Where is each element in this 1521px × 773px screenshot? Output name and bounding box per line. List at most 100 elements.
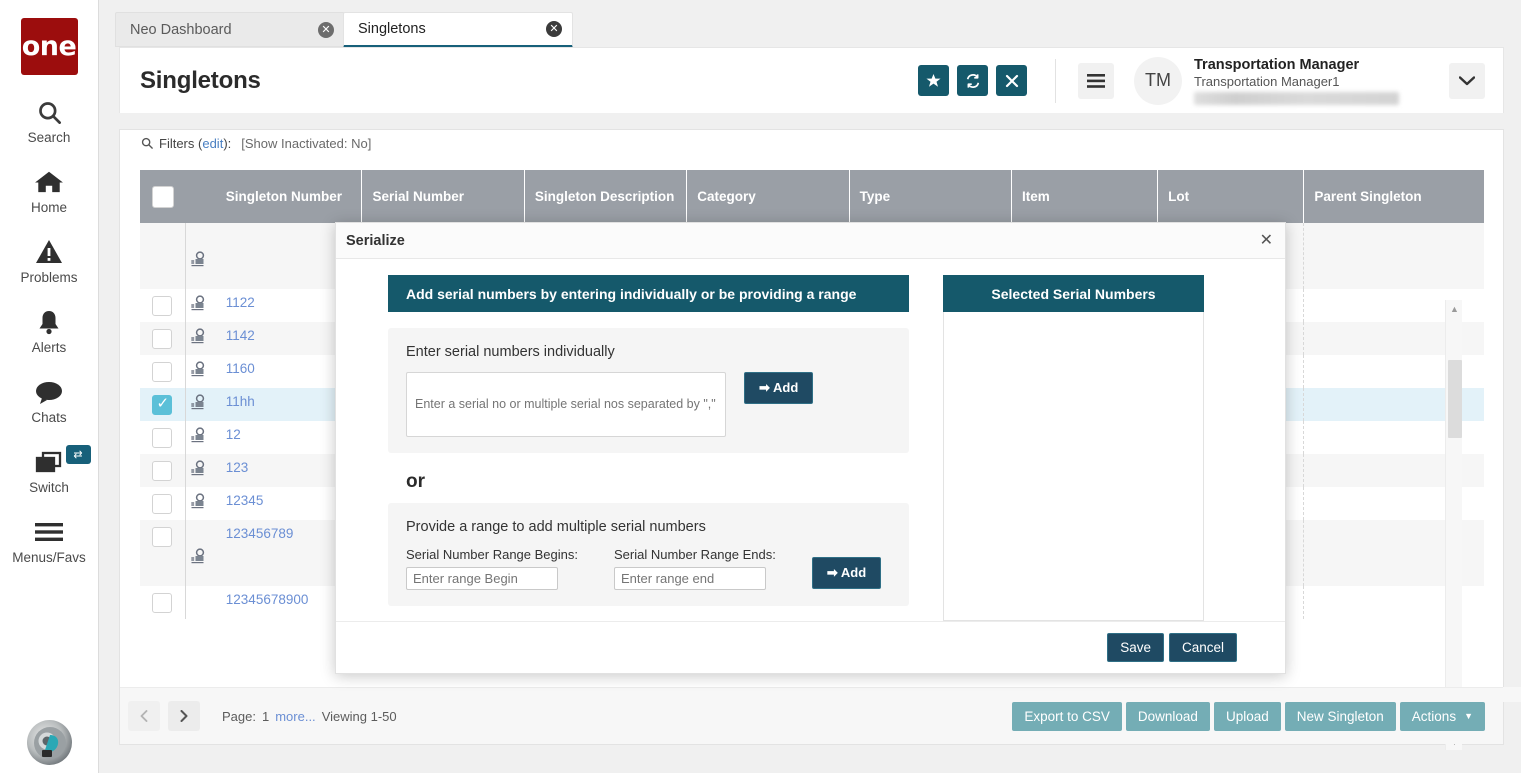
sidebar-item-chats[interactable]: Chats (0, 377, 99, 425)
swap-arrows-icon[interactable]: ⇄ (65, 445, 91, 464)
export-to-csv-button[interactable]: Export to CSV (1012, 701, 1122, 731)
filters-label-end: ): (223, 135, 232, 151)
row-checkbox[interactable] (152, 461, 173, 481)
range-entry-title: Provide a range to add multiple serial n… (406, 519, 706, 535)
scroll-up-icon[interactable]: ▲ (1446, 300, 1463, 317)
save-button[interactable]: Save (1107, 633, 1164, 662)
add-individual-button[interactable]: ➡ Add (744, 372, 814, 404)
range-end-input[interactable] (613, 567, 766, 590)
chevron-down-icon: ▼ (1464, 711, 1473, 721)
refresh-button[interactable] (957, 65, 988, 96)
add-serial-numbers-panel-body: Enter serial numbers individually ➡ Add … (388, 312, 909, 621)
range-begin-group: Serial Number Range Begins: (406, 547, 578, 590)
previous-page-button[interactable] (128, 701, 160, 731)
tab-neo-dashboard[interactable]: Neo Dashboard ✕ (115, 12, 345, 47)
serialize-icon[interactable] (190, 427, 214, 444)
header-menu-button[interactable] (1078, 62, 1114, 99)
close-circle-icon[interactable]: ✕ (318, 21, 334, 38)
filters-edit-link[interactable]: edit (202, 136, 223, 151)
close-button[interactable] (996, 65, 1027, 96)
serialize-icon[interactable] (190, 460, 214, 477)
table-vertical-scrollbar[interactable]: ▲ ▼ (1445, 300, 1462, 750)
serialize-icon-cell[interactable] (185, 520, 215, 586)
sidebar-item-menus-favs[interactable]: Menus/Favs (0, 517, 99, 565)
serialize-icon-cell[interactable] (185, 586, 215, 619)
close-icon[interactable]: ✕ (1260, 232, 1273, 249)
favorite-button[interactable] (918, 65, 949, 96)
actions-button[interactable]: Actions ▼ (1399, 701, 1485, 731)
select-all-cell[interactable] (140, 170, 186, 223)
page-title: Singletons (140, 66, 261, 94)
add-range-button[interactable]: ➡ Add (811, 557, 882, 589)
warning-triangle-icon (35, 237, 63, 267)
serialize-icon[interactable] (190, 361, 214, 378)
serialize-icon-cell[interactable] (185, 454, 215, 487)
column-header-singleton-description[interactable]: Singleton Description (524, 170, 688, 223)
column-header-parent-singleton[interactable]: Parent Singleton (1303, 170, 1484, 223)
row-checkbox[interactable] (152, 362, 173, 382)
row-checkbox[interactable] (152, 593, 173, 613)
serialize-icon-cell[interactable] (185, 322, 215, 355)
row-select-cell[interactable] (140, 223, 186, 289)
row-checkbox[interactable] (152, 494, 173, 514)
row-checkbox[interactable] (152, 428, 173, 448)
serialize-icon[interactable] (190, 328, 214, 345)
download-button[interactable]: Download (1125, 701, 1210, 731)
column-header-singleton-number[interactable]: Singleton Number (215, 170, 363, 223)
tab-singletons[interactable]: Singletons ✕ (343, 12, 573, 48)
close-circle-icon[interactable]: ✕ (546, 21, 562, 37)
cancel-button[interactable]: Cancel (1168, 633, 1237, 662)
sidebar-item-home[interactable]: Home (0, 167, 99, 215)
assistant-avatar[interactable] (27, 720, 72, 765)
select-all-checkbox[interactable] (151, 185, 174, 208)
modal-title: Serialize (346, 232, 405, 249)
serialize-icon[interactable] (190, 548, 214, 565)
sidebar-item-switch[interactable]: ⇄ Switch (0, 445, 99, 495)
selected-serial-numbers-list[interactable] (943, 312, 1204, 621)
serialize-icon-cell[interactable] (185, 223, 215, 289)
page-header: Singletons TM Transportation Manager Tra… (119, 47, 1504, 113)
serial-numbers-textarea[interactable] (406, 372, 726, 437)
sidebar-item-problems[interactable]: Problems (0, 237, 99, 285)
serialize-icon-cell[interactable] (185, 487, 215, 520)
column-header-type[interactable]: Type (849, 170, 1013, 223)
row-select-cell[interactable] (140, 355, 186, 388)
serialize-icon[interactable] (190, 493, 214, 510)
sidebar-item-alerts[interactable]: Alerts (0, 307, 99, 355)
row-select-cell[interactable] (140, 322, 186, 355)
serialize-icon-cell[interactable] (185, 289, 215, 322)
search-icon (36, 97, 63, 127)
serialize-icon-cell[interactable] (185, 421, 215, 454)
row-select-cell[interactable] (140, 586, 186, 619)
row-checkbox[interactable] (152, 394, 173, 415)
range-begin-input[interactable] (406, 567, 558, 590)
serialize-icon[interactable] (190, 394, 214, 411)
sidebar-item-search[interactable]: Search (0, 97, 99, 145)
row-checkbox[interactable] (152, 527, 173, 547)
row-checkbox[interactable] (152, 296, 173, 316)
row-checkbox[interactable] (152, 329, 173, 349)
next-page-button[interactable] (168, 701, 200, 731)
row-select-cell[interactable] (140, 289, 186, 322)
user-menu-toggle[interactable] (1449, 62, 1485, 99)
more-pages-link[interactable]: more... (275, 709, 315, 724)
column-header-lot[interactable]: Lot (1157, 170, 1305, 223)
column-header-item[interactable]: Item (1011, 170, 1159, 223)
one-network-logo[interactable]: one (20, 18, 78, 75)
serialize-icon-cell[interactable] (185, 388, 215, 421)
column-header-category[interactable]: Category (686, 170, 850, 223)
row-select-cell[interactable] (140, 388, 186, 421)
column-header-serial-number[interactable]: Serial Number (361, 170, 525, 223)
row-select-cell[interactable] (140, 520, 186, 586)
serialize-icon[interactable] (190, 295, 214, 312)
vertical-scroll-thumb[interactable] (1448, 360, 1462, 438)
new-singleton-button[interactable]: New Singleton (1284, 701, 1396, 731)
row-select-cell[interactable] (140, 487, 186, 520)
sidebar-item-label: Menus/Favs (12, 550, 86, 565)
upload-button[interactable]: Upload (1213, 701, 1281, 731)
row-select-cell[interactable] (140, 421, 186, 454)
avatar[interactable]: TM (1134, 56, 1182, 105)
serialize-icon-cell[interactable] (185, 355, 215, 388)
row-select-cell[interactable] (140, 454, 186, 487)
serialize-icon[interactable] (190, 251, 214, 268)
